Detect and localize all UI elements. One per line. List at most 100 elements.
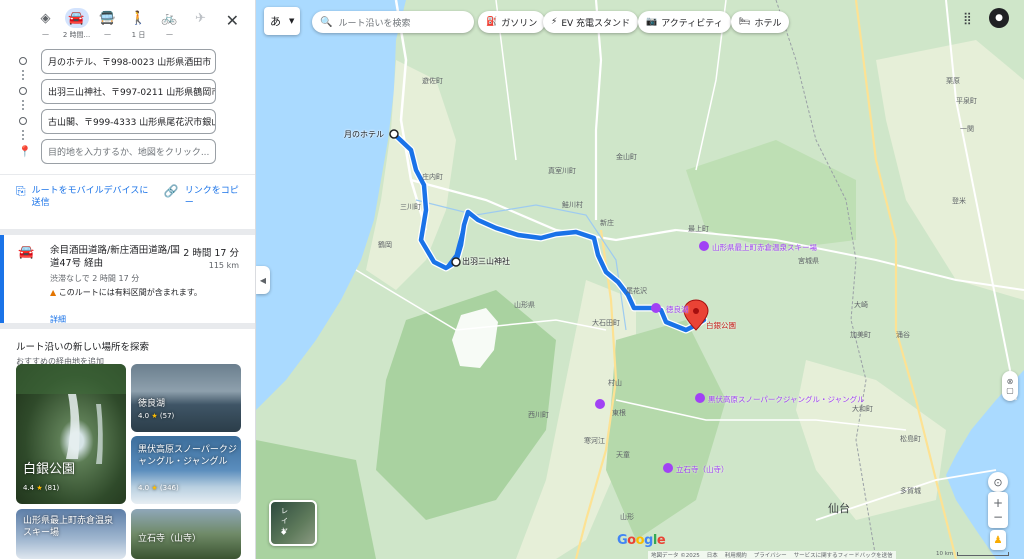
apps-grid-icon[interactable]: ⣿: [963, 11, 972, 25]
travel-mode-recommended[interactable]: ◈ —: [30, 8, 61, 39]
label-shinjo: 新庄: [600, 219, 614, 227]
place-card-kurofushi[interactable]: 黒伏高原スノーパークジャングル・ジャングル 4.0 ★ (346): [131, 436, 241, 504]
route-option[interactable]: 🚘 余目酒田道路/新庄酒田道路/国道47号 経由 2 時間 17 分 115 k…: [0, 235, 255, 325]
map-data-text: 地図データ ©2025: [651, 553, 700, 559]
label-ichinoseki: 一関: [960, 125, 974, 133]
origin-input[interactable]: 月のホテル、〒998-0023 山形県酒田市: [41, 48, 216, 74]
rating-value: 4.0: [138, 484, 150, 492]
zoom-in-button[interactable]: +: [993, 496, 1003, 510]
stop-row-origin: 月のホテル、〒998-0023 山形県酒田市: [0, 46, 255, 76]
chip-gas[interactable]: ⛽ ガソリン: [478, 11, 546, 33]
travel-mode-bicycle[interactable]: 🚲 —: [154, 8, 185, 39]
label-shirogane[interactable]: 白銀公園: [706, 320, 736, 331]
place-card-shirogane[interactable]: 白銀公園 4.4 ★ (81): [16, 364, 126, 504]
gas-icon: ⛽: [486, 17, 498, 27]
scale-label: 10 km: [936, 551, 954, 557]
bicycle-icon: 🚲: [161, 10, 178, 26]
label-kurihara: 栗原: [946, 77, 960, 85]
language-toggle[interactable]: あ ▼: [264, 7, 300, 35]
rating-value: 4.0: [138, 412, 150, 420]
star-icon: ★: [151, 412, 158, 420]
route-dots: [22, 100, 24, 110]
close-icon[interactable]: ✕: [226, 11, 239, 30]
travel-mode-label: —: [104, 30, 111, 38]
send-to-device-label: ルートをモバイルデバイスに送信: [31, 186, 149, 208]
destination-input[interactable]: 目的地を入力するか、地図をクリック...: [41, 138, 216, 164]
hotel-icon: 🛏: [739, 17, 751, 27]
label-akakura[interactable]: 山形県最上町赤倉温泉スキー場: [712, 242, 817, 253]
layers-text: レイヤ: [281, 507, 288, 535]
waypoint-2-input[interactable]: 古山閣、〒999-4333 山形県尾花沢市銀山: [41, 108, 216, 134]
recommended-icon: ◈: [40, 10, 51, 26]
toll-warning: ▲ このルートには有料区間が含まれます。: [50, 287, 241, 298]
zoom-out-button[interactable]: −: [993, 510, 1003, 524]
label-wakuya: 涌谷: [896, 331, 910, 339]
route-distance: 115 km: [208, 261, 239, 270]
stop-row-waypoint-2: 古山閣、〒999-4333 山形県尾花沢市銀山: [0, 100, 255, 136]
waypoint-circle-icon: [19, 117, 27, 125]
place-card-tokura[interactable]: 徳良湖 4.0 ★ (57): [131, 364, 241, 432]
side-widget[interactable]: ⊗ ▢: [1002, 371, 1018, 401]
my-location-button[interactable]: ⊙: [988, 472, 1008, 492]
label-mogami: 最上町: [688, 225, 709, 233]
feedback-link[interactable]: サービスに関するフィードバックを送信: [794, 551, 893, 559]
avatar[interactable]: ●: [989, 8, 1009, 28]
label-risshakuji[interactable]: 立石寺（山寺）: [676, 464, 729, 475]
chip-label: ガソリン: [501, 18, 538, 29]
label-kaneyama: 金山町: [616, 153, 637, 161]
label-taiwa: 大和町: [852, 405, 873, 413]
chip-ev[interactable]: ⚡ EV 充電スタンド: [543, 11, 639, 33]
chevron-down-icon: ▼: [289, 17, 295, 25]
chip-label: アクティビティ: [661, 18, 723, 29]
travel-mode-bar: ◈ — 🚘 2 時間... 🚍 — 🚶 1 日 🚲 — ✈: [0, 0, 255, 42]
copy-link-button[interactable]: 🔗 リンクをコピー: [164, 185, 243, 219]
waterfall-photo: [16, 364, 126, 464]
route-search-input[interactable]: 🔍 ルート沿いを検索: [312, 11, 474, 33]
warning-icon: ▲: [50, 288, 57, 297]
car-icon: 🚘: [64, 8, 89, 28]
terms-link[interactable]: 利用規約: [725, 551, 747, 559]
privacy-link[interactable]: プライバシー: [754, 551, 787, 559]
camera-icon: 📷: [646, 17, 658, 27]
chip-hotels[interactable]: 🛏 ホテル: [731, 11, 790, 33]
scale-line: [957, 552, 1010, 556]
place-rating: 4.0 ★ (57): [138, 412, 174, 420]
destination-pin-icon: 📍: [18, 144, 32, 158]
language-label: あ: [270, 15, 281, 28]
label-higashine: 東根: [612, 409, 626, 417]
label-hiraizumi: 平泉町: [956, 97, 977, 105]
travel-mode-car[interactable]: 🚘 2 時間...: [61, 8, 92, 40]
chip-label: EV 充電スタンド: [561, 18, 631, 29]
chevron-left-icon: ◀: [259, 275, 267, 285]
travel-mode-walk[interactable]: 🚶 1 日: [123, 8, 154, 40]
place-name: 立石寺（山寺）: [138, 534, 202, 544]
place-rating: 4.4 ★ (81): [23, 484, 59, 492]
waypoint-1-input[interactable]: 出羽三山神社、〒997-0211 山形県鶴岡市: [41, 78, 216, 104]
send-to-device-button[interactable]: ⎘ ルートをモバイルデバイスに送信: [16, 185, 150, 219]
details-link[interactable]: 詳細: [50, 314, 66, 325]
travel-mode-transit[interactable]: 🚍 —: [92, 8, 123, 39]
scale-bar[interactable]: 10 km: [936, 551, 1010, 557]
fullscreen-icon: ▢: [1006, 386, 1014, 395]
label-tokura[interactable]: 徳良湖: [666, 304, 689, 315]
pegman-icon[interactable]: ♟: [990, 530, 1006, 550]
place-card-akakura[interactable]: 山形県最上町赤倉温泉スキー場: [16, 509, 126, 559]
layers-button[interactable]: ◆ レイヤ: [269, 500, 317, 546]
route-dots: [22, 130, 24, 140]
label-shrine[interactable]: 出羽三山神社: [462, 256, 510, 267]
map-canvas[interactable]: 月のホテル 出羽三山神社 徳良湖 白銀公園 山形県最上町赤倉温泉スキー場 黒伏高…: [256, 0, 1024, 559]
label-hotel[interactable]: 月のホテル: [344, 129, 384, 140]
rating-count: (81): [44, 484, 60, 492]
place-card-risshakuji[interactable]: 立石寺（山寺）: [131, 509, 241, 559]
label-kami: 加美町: [850, 331, 871, 339]
collapse-panel-button[interactable]: ◀: [256, 266, 270, 294]
label-mikawa: 三川町: [400, 203, 421, 211]
google-logo: Google: [617, 533, 666, 548]
label-murayama: 村山: [608, 379, 622, 387]
car-icon: 🚘: [18, 245, 35, 260]
chip-activities[interactable]: 📷 アクティビティ: [638, 11, 731, 33]
label-miyagi-pref: 宮城県: [798, 257, 819, 265]
label-kurofushi[interactable]: 黒伏高原スノーパークジャングル・ジャングル: [708, 394, 865, 405]
label-tsuruoka: 鶴岡: [378, 241, 392, 249]
explore-section: ルート沿いの新しい場所を探索 おすすめの経由地を追加: [0, 329, 255, 367]
